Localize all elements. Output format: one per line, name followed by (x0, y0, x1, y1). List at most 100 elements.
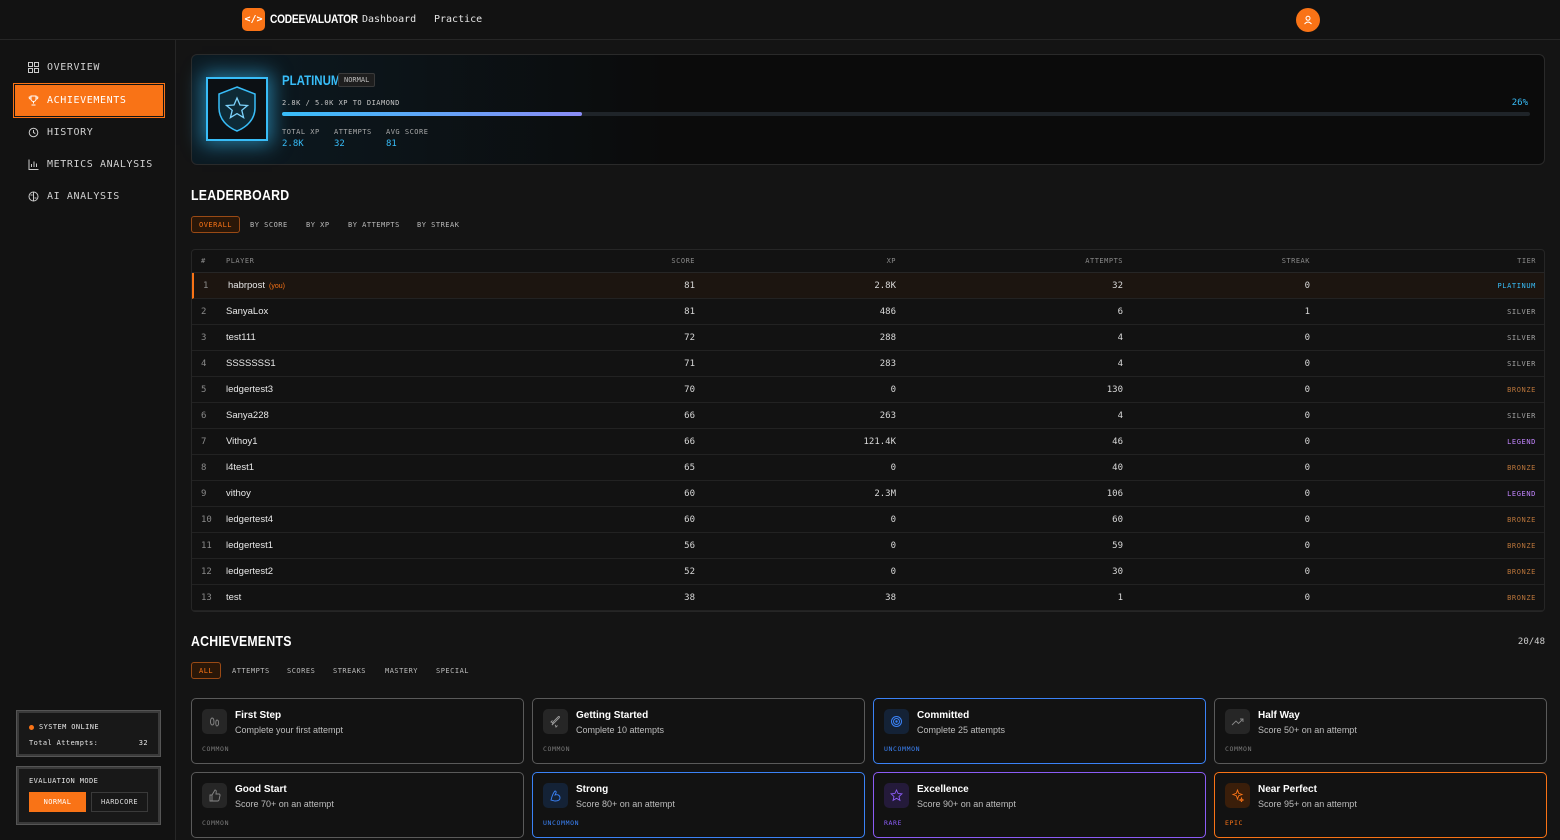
achievement-card[interactable]: First Step Complete your first attempt COM… (191, 698, 524, 764)
tab-scores[interactable]: SCORES (280, 662, 322, 679)
row-score: 56 (684, 541, 695, 551)
tab-attempts[interactable]: ATTEMPTS (225, 662, 277, 679)
player-name: Sanya228 (226, 410, 269, 421)
row-rank: 13 (201, 593, 212, 603)
player-name: vithoy (226, 488, 251, 499)
row-attempts: 46 (1112, 437, 1123, 447)
row-tier: SILVER (1507, 334, 1536, 342)
row-attempts: 4 (1117, 411, 1123, 421)
progress-percent: 26% (1511, 98, 1528, 108)
table-row[interactable]: 7 Vithoy1 66 121.4K 46 0 LEGEND (192, 429, 1544, 455)
total-attempts-value: 32 (138, 739, 148, 747)
table-row[interactable]: 12 ledgertest2 52 0 30 0 BRONZE (192, 559, 1544, 585)
achievement-card[interactable]: Committed Complete 25 attempts UNCOMMON (873, 698, 1206, 764)
sidebar-item-ai-analysis[interactable]: AI ANALYSIS (16, 182, 162, 211)
sidebar-item-metrics-analysis[interactable]: METRICS ANALYSIS (16, 150, 162, 179)
achievement-title: Half Way (1258, 710, 1300, 721)
achievement-card[interactable]: Getting Started Complete 10 attempts COMMO… (532, 698, 865, 764)
evaluation-mode-label: EVALUATION MODE (29, 777, 99, 785)
col-xp: XP (886, 257, 896, 265)
achievement-card[interactable]: Strong Score 80+ on an attempt UNCOMMON (532, 772, 865, 838)
tab-by-xp[interactable]: BY XP (299, 216, 337, 233)
mode-hardcore-button[interactable]: HARDCORE (90, 792, 148, 812)
system-status-panel: SYSTEM ONLINE Total Attempts: 32 (16, 710, 161, 757)
achievement-rarity: COMMON (202, 745, 230, 753)
table-row[interactable]: 1 habrpost (you) 81 2.8K 32 0 PLATINUM (192, 273, 1544, 299)
achievement-description: Score 80+ on an attempt (576, 799, 675, 809)
row-streak: 0 (1304, 515, 1310, 525)
sidebar-item-history[interactable]: HISTORY (16, 118, 162, 147)
achievement-rarity: UNCOMMON (543, 819, 580, 827)
row-xp: 0 (890, 567, 896, 577)
table-row[interactable]: 2 SanyaLox 81 486 6 1 SILVER (192, 299, 1544, 325)
row-rank: 3 (201, 333, 207, 343)
row-tier: BRONZE (1507, 386, 1536, 394)
tab-overall[interactable]: OVERALL (191, 216, 241, 233)
table-row[interactable]: 4 SSSSSSS1 71 283 4 0 SILVER (192, 351, 1544, 377)
tab-streaks[interactable]: STREAKS (326, 662, 373, 679)
row-score: 52 (684, 567, 695, 577)
tab-all[interactable]: ALL (191, 662, 222, 679)
row-rank: 10 (201, 515, 212, 525)
evaluation-mode-panel: EVALUATION MODE NORMAL HARDCORE (16, 766, 161, 825)
row-player: habrpost (you) (228, 280, 285, 291)
table-row[interactable]: 5 ledgertest3 70 0 130 0 BRONZE (192, 377, 1544, 403)
row-xp: 288 (879, 333, 896, 343)
row-score: 81 (684, 307, 695, 317)
row-streak: 0 (1304, 489, 1310, 499)
table-row[interactable]: 6 Sanya228 66 263 4 0 SILVER (192, 403, 1544, 429)
achievement-title: Strong (576, 784, 609, 795)
row-tier: BRONZE (1507, 542, 1536, 550)
bar-chart-icon (27, 159, 39, 171)
logo-icon[interactable]: </> (242, 8, 265, 31)
mode-normal-button[interactable]: NORMAL (29, 792, 86, 812)
player-name: test (226, 592, 242, 603)
row-tier: LEGEND (1507, 438, 1536, 446)
achievement-description: Score 90+ on an attempt (917, 799, 1016, 809)
achievement-card[interactable]: Excellence Score 90+ on an attempt RARE (873, 772, 1206, 838)
main-content: PLATINUM NORMAL 2.8K / 5.0K XP TO DIAMON… (176, 40, 1560, 840)
stat-total-xp-label: TOTAL XP (282, 128, 320, 136)
row-tier: LEGEND (1507, 490, 1536, 498)
achievement-title: Excellence (917, 784, 969, 795)
sidebar-item-achievements[interactable]: ACHIEVEMENTS (15, 85, 163, 116)
achievement-card[interactable]: Half Way Score 50+ on an attempt COMMON (1214, 698, 1547, 764)
table-row[interactable]: 8 l4test1 65 0 40 0 BRONZE (192, 455, 1544, 481)
table-row[interactable]: 10 ledgertest4 60 0 60 0 BRONZE (192, 507, 1544, 533)
row-attempts: 130 (1106, 385, 1123, 395)
row-tier: SILVER (1507, 308, 1536, 316)
tab-by-streak[interactable]: BY STREAK (410, 216, 466, 233)
sidebar: OVERVIEW ACHIEVEMENTS HISTORY METRICS AN… (0, 40, 176, 840)
achievement-description: Score 50+ on an attempt (1258, 725, 1357, 735)
row-xp: 2.8K (874, 281, 896, 291)
row-score: 66 (684, 437, 695, 447)
stat-avg-score-value: 81 (386, 139, 397, 149)
achievement-description: Score 70+ on an attempt (235, 799, 334, 809)
sidebar-item-overview[interactable]: OVERVIEW (16, 53, 162, 82)
row-rank: 6 (201, 411, 207, 421)
tab-mastery[interactable]: MASTERY (378, 662, 425, 679)
achievements-count: 20/48 (1517, 637, 1545, 647)
trophy-icon (27, 95, 39, 107)
tab-by-attempts[interactable]: BY ATTEMPTS (341, 216, 407, 233)
nav-practice[interactable]: Practice (434, 14, 482, 25)
stat-avg-score-label: AVG SCORE (386, 128, 429, 136)
brand-name[interactable]: CODEEVALUATOR (270, 12, 358, 26)
row-player: SanyaLox (226, 306, 268, 317)
table-row[interactable]: 13 test 38 38 1 0 BRONZE (192, 585, 1544, 611)
achievement-card[interactable]: Good Start Score 70+ on an attempt COMMON (191, 772, 524, 838)
table-row[interactable]: 11 ledgertest1 56 0 59 0 BRONZE (192, 533, 1544, 559)
row-rank: 2 (201, 307, 207, 317)
row-player: test (226, 592, 241, 603)
achievement-card[interactable]: Near Perfect Score 95+ on an attempt EPIC (1214, 772, 1547, 838)
row-streak: 0 (1304, 411, 1310, 421)
row-attempts: 4 (1117, 333, 1123, 343)
leaderboard-title: LEADERBOARD (191, 187, 290, 204)
table-row[interactable]: 3 test111 72 288 4 0 SILVER (192, 325, 1544, 351)
tab-by-score[interactable]: BY SCORE (243, 216, 295, 233)
avatar[interactable] (1296, 8, 1320, 32)
brain-icon (27, 191, 39, 203)
nav-dashboard[interactable]: Dashboard (362, 14, 416, 25)
table-row[interactable]: 9 vithoy 60 2.3M 106 0 LEGEND (192, 481, 1544, 507)
tab-special[interactable]: SPECIAL (429, 662, 476, 679)
